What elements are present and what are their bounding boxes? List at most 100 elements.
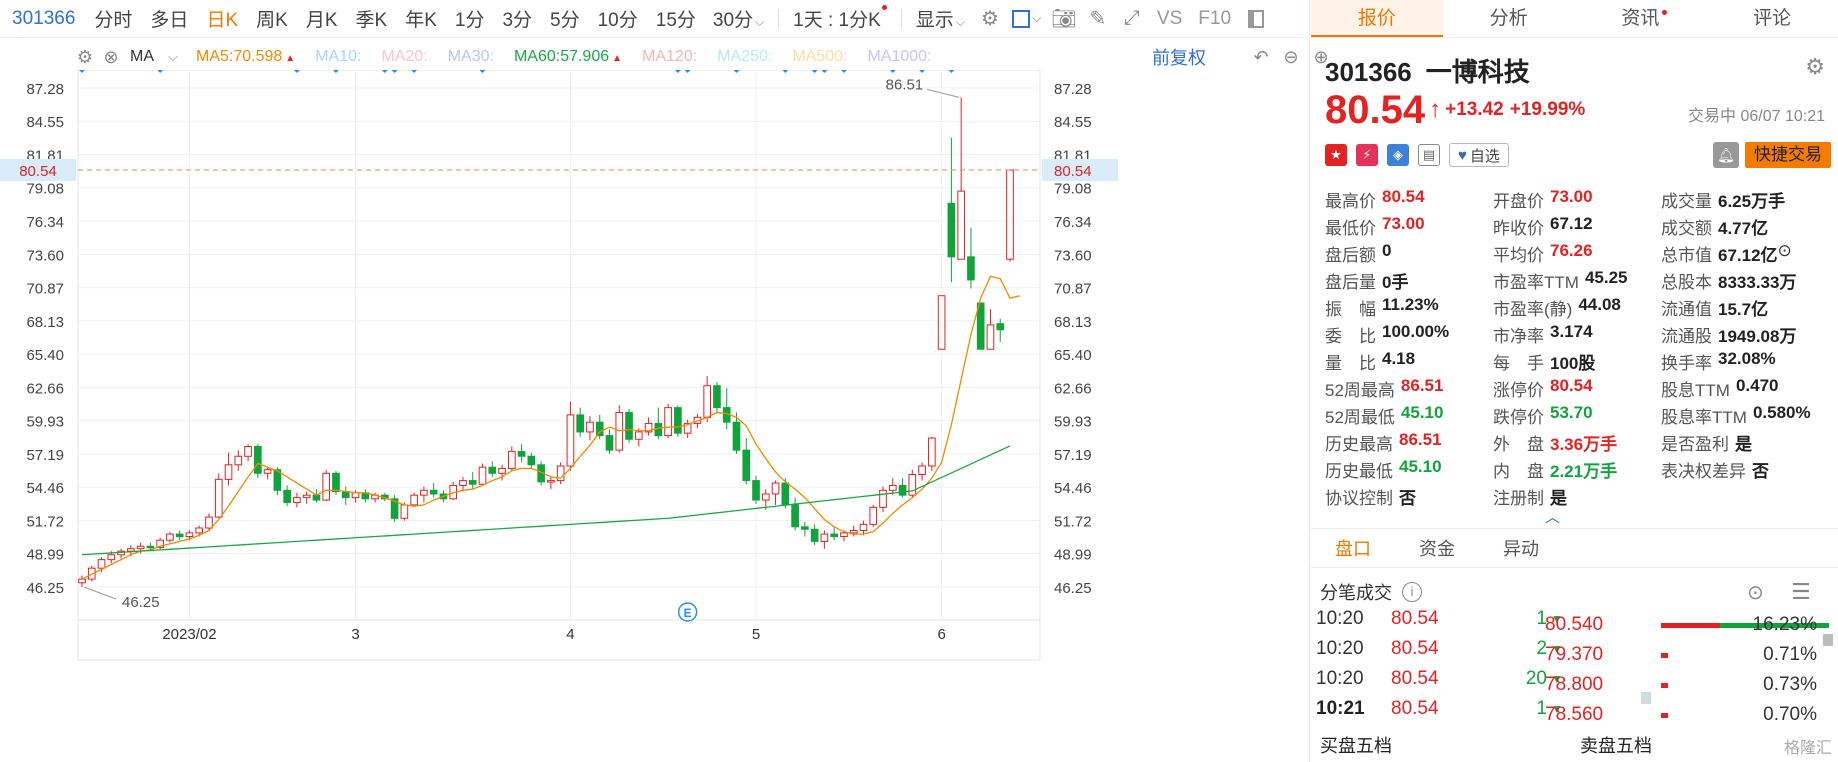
period-tab-0[interactable]: 分时 xyxy=(85,5,141,32)
period-tab-4[interactable]: 月K xyxy=(297,5,347,32)
candle-body[interactable] xyxy=(595,421,604,437)
candle-body[interactable] xyxy=(459,480,467,486)
undo-icon[interactable]: ↶ xyxy=(1248,44,1274,70)
tab-1[interactable]: 分析 xyxy=(1443,0,1575,37)
candle-body[interactable] xyxy=(625,411,633,440)
period-tab-11[interactable]: 15分 xyxy=(647,5,705,32)
candle-body[interactable] xyxy=(146,545,155,549)
ma-item-1[interactable]: MA10: xyxy=(315,48,361,66)
candle-body[interactable] xyxy=(166,533,174,541)
ma-item-3[interactable]: MA30: xyxy=(448,48,494,66)
period-tab-3[interactable]: 周K xyxy=(247,5,297,32)
candle-body[interactable] xyxy=(1006,169,1014,260)
color-box-icon[interactable]: ⌵ xyxy=(1007,4,1047,34)
period-tab-9[interactable]: 5分 xyxy=(541,5,589,32)
candle-body[interactable] xyxy=(761,493,770,501)
candle-body[interactable] xyxy=(322,472,331,501)
tick-trades-list[interactable]: 10:20 80.54 1 ▼ 10:20 80.54 2 ▼ 10:20 80.54 20 ▼ 10:… xyxy=(1311,604,1571,718)
candle-body[interactable] xyxy=(224,464,233,480)
ma-item-6[interactable]: MA250: xyxy=(717,48,772,66)
period-tab-6[interactable]: 年K xyxy=(396,5,446,32)
candle-body[interactable] xyxy=(185,532,194,538)
more-icon[interactable]: ⊙ xyxy=(1778,241,1792,266)
day-range-dropdown[interactable]: 1天 : 1分K xyxy=(785,5,895,32)
candle-body[interactable] xyxy=(605,435,614,451)
candle-body[interactable] xyxy=(107,554,116,561)
candle-body[interactable] xyxy=(175,533,184,538)
candle-body[interactable] xyxy=(468,480,477,485)
ma-item-8[interactable]: MA1000: xyxy=(867,48,931,66)
candle-body[interactable] xyxy=(97,559,106,569)
fullscreen-icon[interactable]: ⤢ xyxy=(1115,4,1149,34)
candle-body[interactable] xyxy=(888,484,897,491)
add-watchlist-button[interactable]: ♥ 自选 xyxy=(1449,143,1509,167)
scrollbar[interactable] xyxy=(1641,692,1651,704)
candle-body[interactable] xyxy=(791,504,799,528)
candle-body[interactable] xyxy=(400,504,409,519)
sidebar-toggle-icon[interactable] xyxy=(1239,4,1273,34)
kline-chart[interactable]: 87.28 87.2884.55 84.5581.81 81.8179.08 79.08… xyxy=(0,70,1310,762)
ma-item-0[interactable]: MA5:70.598 ▲ xyxy=(196,48,295,66)
document-icon[interactable]: ▤ xyxy=(1418,144,1440,166)
tab-0[interactable]: 报价 xyxy=(1311,0,1443,37)
vs-compare-button[interactable]: VS xyxy=(1149,8,1190,30)
candle-body[interactable] xyxy=(429,489,438,495)
candle-body[interactable] xyxy=(928,437,936,467)
candle-body[interactable] xyxy=(781,482,790,506)
candle-body[interactable] xyxy=(810,528,819,542)
candle-body[interactable] xyxy=(732,421,741,451)
chevron-up-icon[interactable]: ︿ xyxy=(1545,506,1560,527)
candle-body[interactable] xyxy=(898,484,907,496)
candle-body[interactable] xyxy=(957,190,965,260)
ma-item-4[interactable]: MA60:57.906 ▲ xyxy=(514,48,622,66)
candle-body[interactable] xyxy=(713,385,721,409)
candle-body[interactable] xyxy=(195,527,204,534)
candle-body[interactable] xyxy=(517,450,526,457)
gear-icon[interactable]: ⚙ xyxy=(1805,54,1825,80)
candle-body[interactable] xyxy=(205,516,213,529)
ma-close-icon[interactable]: ⊗ xyxy=(98,44,124,70)
menu-icon[interactable]: ☰ xyxy=(1791,579,1811,605)
candle-body[interactable] xyxy=(566,414,575,467)
ma-item-2[interactable]: MA20: xyxy=(381,48,427,66)
subtab-2[interactable]: 异动 xyxy=(1479,529,1563,567)
candle-body[interactable] xyxy=(908,474,917,496)
candle-body[interactable] xyxy=(234,455,243,466)
candle-body[interactable] xyxy=(78,578,86,584)
candle-body[interactable] xyxy=(986,324,995,350)
tab-3[interactable]: 评论 xyxy=(1706,0,1838,37)
candle-body[interactable] xyxy=(254,446,262,474)
candle-body[interactable] xyxy=(420,489,428,496)
candle-body[interactable] xyxy=(332,472,340,493)
candle-body[interactable] xyxy=(879,489,887,508)
candle-body[interactable] xyxy=(634,431,643,440)
zoom-out-icon[interactable]: ⊖ xyxy=(1278,44,1304,70)
period-tab-1[interactable]: 多日 xyxy=(141,5,197,32)
candle-body[interactable] xyxy=(586,421,594,433)
ma-settings-icon[interactable]: ⚙ xyxy=(72,44,98,70)
candle-body[interactable] xyxy=(478,466,487,485)
candle-body[interactable] xyxy=(820,533,829,542)
candle-body[interactable] xyxy=(674,407,682,434)
candle-body[interactable] xyxy=(293,497,301,503)
candle-body[interactable] xyxy=(840,532,848,538)
bell-icon[interactable]: 🔔︎ xyxy=(1713,142,1739,168)
chevron-down-icon[interactable]: ⌵ xyxy=(160,44,186,70)
candle-body[interactable] xyxy=(244,446,252,457)
stock-code-label[interactable]: 301366 xyxy=(0,8,85,30)
lightning-icon[interactable]: ⚡ xyxy=(1356,144,1378,166)
settings-gear-icon[interactable]: ⚙ xyxy=(973,4,1007,34)
candle-body[interactable] xyxy=(410,494,418,506)
candle-body[interactable] xyxy=(498,467,506,474)
candle-body[interactable] xyxy=(312,494,321,501)
candle-body[interactable] xyxy=(136,545,145,550)
more-icon[interactable]: ⊙ xyxy=(1747,580,1764,605)
candle-body[interactable] xyxy=(996,323,1005,331)
candle-body[interactable] xyxy=(967,256,975,281)
scrollbar[interactable] xyxy=(1823,634,1833,646)
info-icon[interactable]: i xyxy=(1402,582,1422,602)
candle-body[interactable] xyxy=(214,478,223,518)
candle-body[interactable] xyxy=(507,450,516,469)
camera-icon[interactable]: 📷︎ xyxy=(1047,4,1081,34)
pencil-icon[interactable]: ✎ xyxy=(1081,4,1115,34)
